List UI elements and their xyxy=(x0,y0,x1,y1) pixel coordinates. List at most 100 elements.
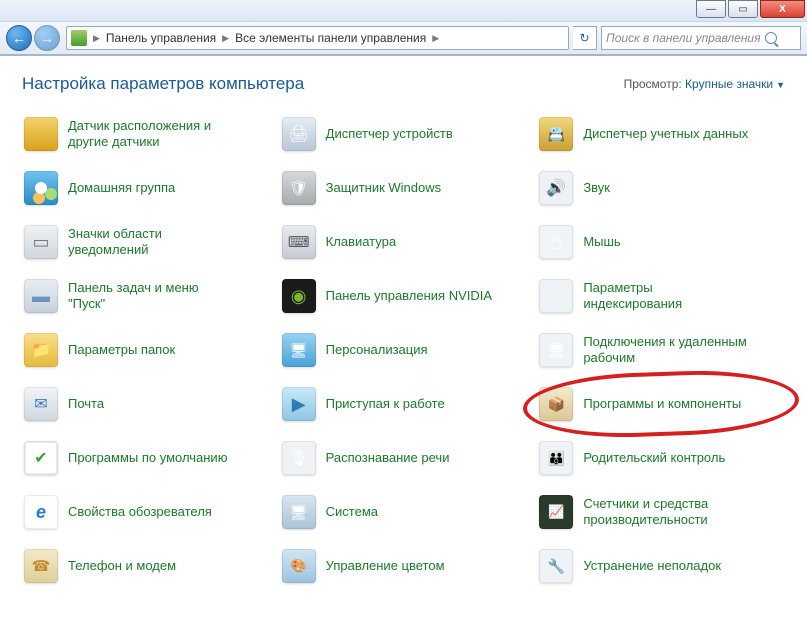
start-icon xyxy=(282,387,316,421)
item-label[interactable]: Диспетчер устройств xyxy=(326,126,453,142)
view-value[interactable]: Крупные значки xyxy=(685,77,773,91)
parent-icon xyxy=(539,441,573,475)
perf-icon xyxy=(539,495,573,529)
control-panel-item[interactable]: Почта xyxy=(22,382,270,426)
item-label[interactable]: Панель задач и меню "Пуск" xyxy=(68,280,238,311)
control-panel-item[interactable]: Программы по умолчанию xyxy=(22,436,270,480)
control-panel-item[interactable]: Диспетчер устройств xyxy=(280,112,528,156)
control-panel-item[interactable]: Защитник Windows xyxy=(280,166,528,210)
forward-button[interactable]: → xyxy=(34,25,60,51)
prog-icon xyxy=(539,387,573,421)
control-panel-item[interactable]: Телефон и модем xyxy=(22,544,270,588)
item-label[interactable]: Распознавание речи xyxy=(326,450,450,466)
control-panel-item[interactable]: Параметры папок xyxy=(22,328,270,372)
search-icon xyxy=(765,32,777,44)
control-panel-item[interactable]: Приступая к работе xyxy=(280,382,528,426)
search-box[interactable]: Поиск в панели управления xyxy=(601,26,801,50)
nvidia-icon xyxy=(282,279,316,313)
breadcrumb-item[interactable]: Панель управления xyxy=(106,31,216,45)
item-label[interactable]: Приступая к работе xyxy=(326,396,445,412)
control-panel-item[interactable]: Программы и компоненты xyxy=(537,382,785,426)
item-label[interactable]: Домашняя группа xyxy=(68,180,175,196)
control-panel-item[interactable]: Счетчики и средства производительности xyxy=(537,490,785,534)
task-icon xyxy=(24,279,58,313)
breadcrumb-separator: ▶ xyxy=(93,33,100,44)
control-panel-item[interactable]: Домашняя группа xyxy=(22,166,270,210)
speech-icon xyxy=(282,441,316,475)
control-panel-item[interactable]: Персонализация xyxy=(280,328,528,372)
navbar: ← → ▶ Панель управления ▶ Все элементы п… xyxy=(0,22,807,56)
maximize-icon: ▭ xyxy=(738,4,747,15)
control-panel-item[interactable]: Распознавание речи xyxy=(280,436,528,480)
search-placeholder: Поиск в панели управления xyxy=(606,31,761,45)
control-panel-item[interactable]: Звук xyxy=(537,166,785,210)
sensor-icon xyxy=(24,117,58,151)
home-icon xyxy=(24,171,58,205)
item-label[interactable]: Звук xyxy=(583,180,610,196)
control-panel-item[interactable]: Панель задач и меню "Пуск" xyxy=(22,274,270,318)
item-label[interactable]: Панель управления NVIDIA xyxy=(326,288,492,304)
item-label[interactable]: Параметры папок xyxy=(68,342,175,358)
item-label[interactable]: Телефон и модем xyxy=(68,558,176,574)
breadcrumb-separator: ▶ xyxy=(432,33,439,44)
item-label[interactable]: Программы по умолчанию xyxy=(68,450,227,466)
maximize-button[interactable]: ▭ xyxy=(728,0,758,18)
rdp-icon xyxy=(539,333,573,367)
item-label[interactable]: Мышь xyxy=(583,234,620,250)
back-button[interactable]: ← xyxy=(6,25,32,51)
control-panel-item[interactable]: Устранение неполадок xyxy=(537,544,785,588)
item-label[interactable]: Клавиатура xyxy=(326,234,396,250)
control-panel-item[interactable]: Система xyxy=(280,490,528,534)
item-label[interactable]: Защитник Windows xyxy=(326,180,441,196)
def-icon xyxy=(282,171,316,205)
item-label[interactable]: Устранение неполадок xyxy=(583,558,721,574)
control-panel-item[interactable]: Родительский контроль xyxy=(537,436,785,480)
item-label[interactable]: Датчик расположения и другие датчики xyxy=(68,118,238,149)
control-panel-item[interactable]: Диспетчер учетных данных xyxy=(537,112,785,156)
control-panel-item[interactable]: Панель управления NVIDIA xyxy=(280,274,528,318)
control-panel-item[interactable]: Свойства обозревателя xyxy=(22,490,270,534)
item-label[interactable]: Управление цветом xyxy=(326,558,445,574)
keyb-icon xyxy=(282,225,316,259)
control-panel-item[interactable]: Значки области уведомлений xyxy=(22,220,270,264)
page-title: Настройка параметров компьютера xyxy=(22,74,304,94)
view-picker[interactable]: Просмотр: Крупные значки▼ xyxy=(624,77,785,91)
phone-icon xyxy=(24,549,58,583)
item-label[interactable]: Значки области уведомлений xyxy=(68,226,238,257)
item-label[interactable]: Счетчики и средства производительности xyxy=(583,496,753,527)
control-panel-item[interactable]: Мышь xyxy=(537,220,785,264)
close-button[interactable]: X xyxy=(760,0,805,18)
control-panel-item[interactable]: Параметры индексирования xyxy=(537,274,785,318)
item-label[interactable]: Подключения к удаленным рабочим xyxy=(583,334,753,365)
control-panel-item[interactable]: Датчик расположения и другие датчики xyxy=(22,112,270,156)
page-heading-row: Настройка параметров компьютера Просмотр… xyxy=(22,74,785,94)
nav-arrows: ← → xyxy=(6,25,62,51)
items-grid: Датчик расположения и другие датчики Дисп… xyxy=(22,112,785,588)
control-panel-item[interactable]: Клавиатура xyxy=(280,220,528,264)
mouse-icon xyxy=(539,225,573,259)
item-label[interactable]: Свойства обозревателя xyxy=(68,504,212,520)
item-label[interactable]: Система xyxy=(326,504,378,520)
item-label[interactable]: Параметры индексирования xyxy=(583,280,753,311)
item-label[interactable]: Персонализация xyxy=(326,342,428,358)
item-label[interactable]: Диспетчер учетных данных xyxy=(583,126,748,142)
refresh-button[interactable]: ↻ xyxy=(573,26,597,50)
minimize-icon: — xyxy=(706,4,716,15)
control-panel-item[interactable]: Управление цветом xyxy=(280,544,528,588)
cred-icon xyxy=(539,117,573,151)
ie-icon xyxy=(24,495,58,529)
item-label[interactable]: Программы и компоненты xyxy=(583,396,741,412)
item-label[interactable]: Родительский контроль xyxy=(583,450,725,466)
minimize-button[interactable]: — xyxy=(696,0,726,18)
index-icon xyxy=(539,279,573,313)
device-icon xyxy=(282,117,316,151)
control-panel-item[interactable]: Подключения к удаленным рабочим xyxy=(537,328,785,372)
breadcrumb-item[interactable]: Все элементы панели управления xyxy=(235,31,426,45)
view-label: Просмотр: xyxy=(624,77,682,91)
item-label[interactable]: Почта xyxy=(68,396,104,412)
default-icon xyxy=(24,441,58,475)
address-bar[interactable]: ▶ Панель управления ▶ Все элементы панел… xyxy=(66,26,569,50)
notify-icon xyxy=(24,225,58,259)
sys-icon xyxy=(282,495,316,529)
titlebar: — ▭ X xyxy=(0,0,807,22)
